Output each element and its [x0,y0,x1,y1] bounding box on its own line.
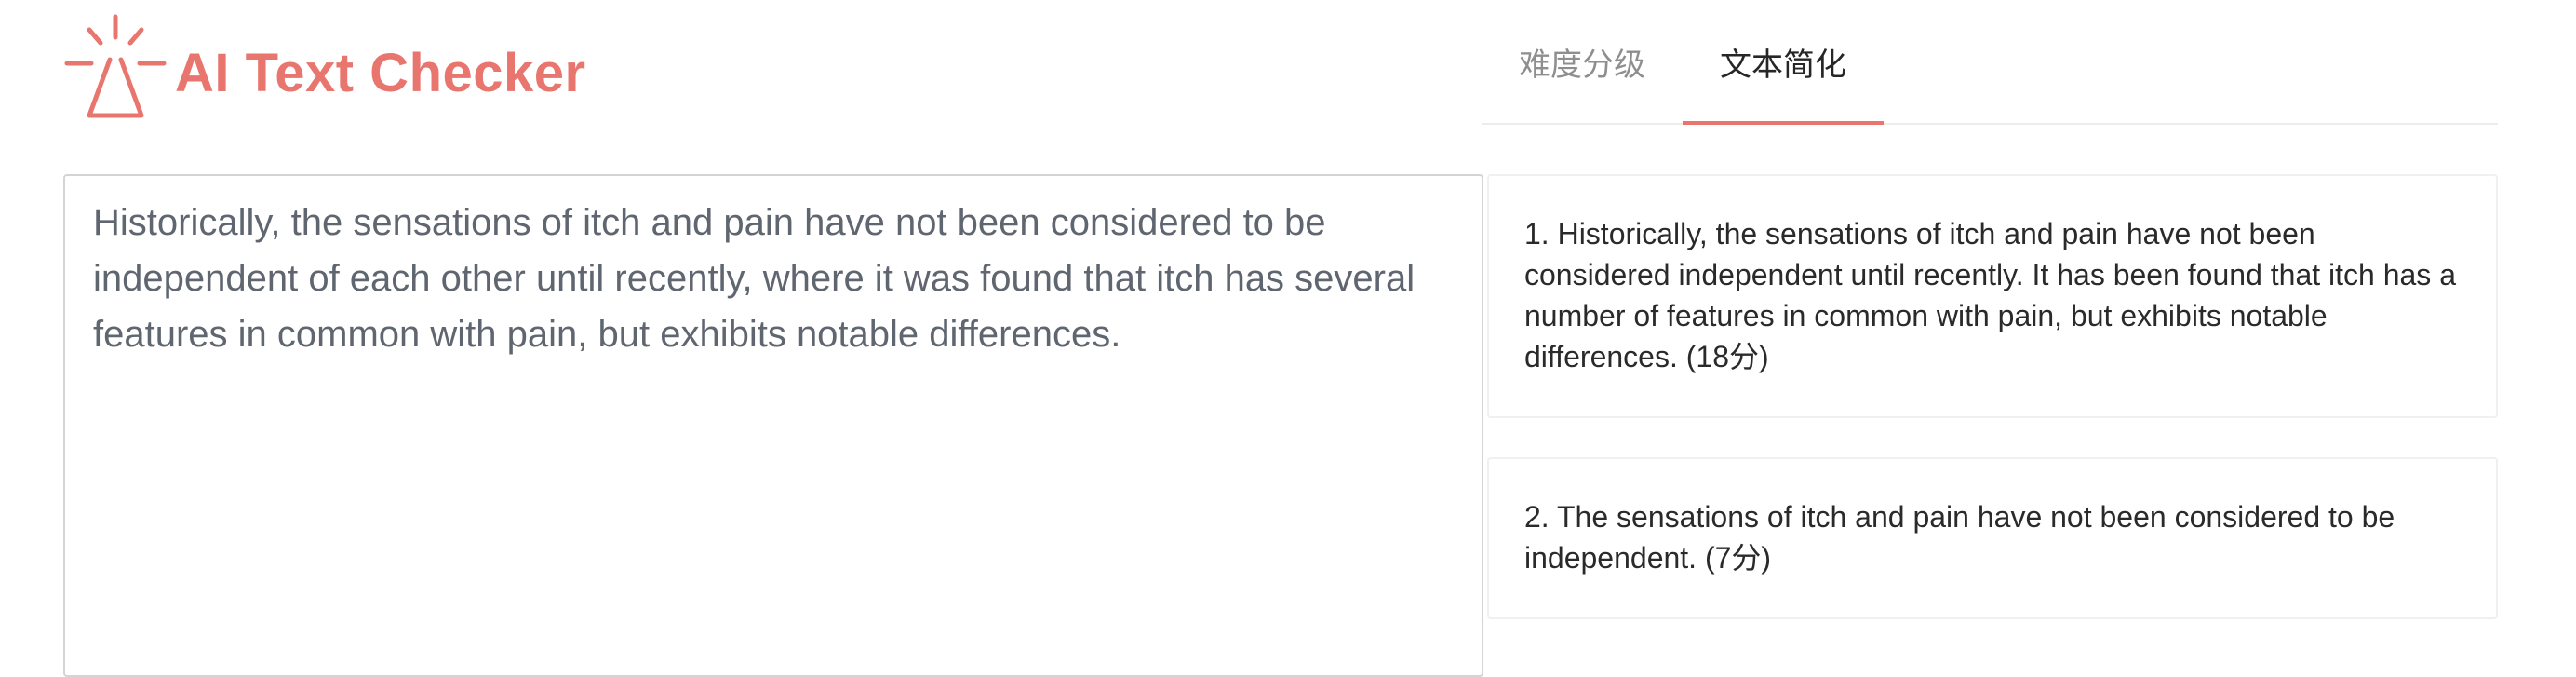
result-card: 1. Historically, the sensations of itch … [1487,174,2498,418]
tab-text-simplification[interactable]: 文本简化 [1683,0,1884,125]
lamp-light-icon [64,14,167,118]
result-text: 2. The sensations of itch and pain have … [1524,500,2395,575]
result-score: (18分) [1685,340,1769,373]
input-text[interactable]: Historically, the sensations of itch and… [65,176,1482,381]
text-input-area[interactable]: Historically, the sensations of itch and… [63,174,1483,677]
tab-difficulty-grading[interactable]: 难度分级 [1482,0,1683,123]
result-card: 2. The sensations of itch and pain have … [1487,457,2498,619]
result-text: 1. Historically, the sensations of itch … [1524,217,2456,373]
app-logo: AI Text Checker [63,11,586,123]
app-title: AI Text Checker [175,42,586,103]
result-score: (7分) [1704,541,1772,575]
simplification-results: 1. Historically, the sensations of itch … [1487,174,2498,658]
mode-tabs: 难度分级 文本简化 [1482,0,2498,125]
